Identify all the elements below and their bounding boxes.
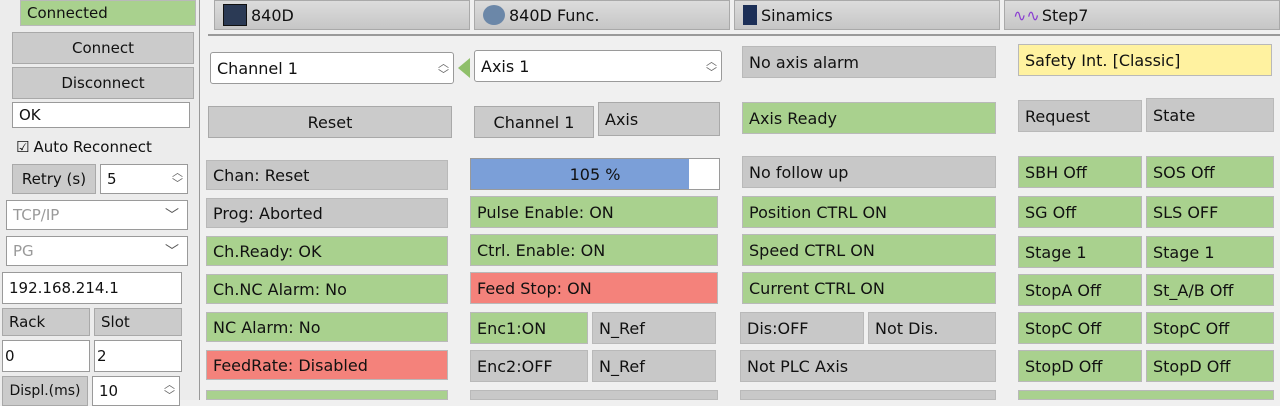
- follow-up-status: No follow up: [742, 156, 996, 188]
- axis-alarm-status: No axis alarm: [742, 46, 996, 78]
- current-ctrl-status: Current CTRL ON: [742, 272, 996, 304]
- partial-status-row: [1018, 390, 1274, 400]
- chevron-down-icon: ﹀: [165, 208, 179, 224]
- display-interval-value: 10: [99, 382, 119, 400]
- request-header: Request: [1018, 100, 1142, 132]
- safety-request-cell: StopC Off: [1018, 312, 1142, 344]
- rack-input[interactable]: 0: [2, 340, 90, 372]
- axis-toggle-button[interactable]: Axis: [598, 102, 720, 136]
- tab-label: Step7: [1041, 5, 1089, 25]
- drive-icon: [743, 5, 757, 25]
- retry-input[interactable]: 5 ︿ ﹀: [100, 164, 188, 194]
- function-icon: [483, 5, 505, 25]
- axis-select[interactable]: Axis 1 ︿ ﹀: [474, 50, 722, 82]
- safety-state-cell: StopC Off: [1146, 312, 1274, 344]
- connect-button[interactable]: Connect: [12, 32, 194, 64]
- channel-nc-alarm-status: Ch.NC Alarm: No: [206, 274, 448, 304]
- retry-label: Retry (s): [12, 164, 96, 194]
- partial-status-row: [740, 390, 996, 400]
- status-message: OK: [12, 102, 190, 128]
- state-header: State: [1146, 98, 1274, 132]
- speed-ctrl-status: Speed CTRL ON: [742, 234, 996, 266]
- prog-status: Prog: Aborted: [206, 198, 448, 228]
- safety-request-cell: Stage 1: [1018, 236, 1142, 268]
- pulse-enable-status: Pulse Enable: ON: [470, 196, 718, 228]
- channel-select-value: Channel 1: [217, 58, 298, 78]
- encoder2-ref-status: N_Ref: [592, 350, 716, 382]
- tab-label: 840D: [251, 5, 294, 25]
- rack-label: Rack: [2, 308, 90, 336]
- auto-reconnect-label: Auto Reconnect: [33, 138, 152, 156]
- safety-request-cell: StopD Off: [1018, 350, 1142, 382]
- device-select[interactable]: PG ﹀: [6, 236, 188, 266]
- chevron-down-icon: ﹀: [165, 244, 179, 260]
- tab-sinamics[interactable]: Sinamics: [734, 0, 1000, 30]
- device-value: PG: [13, 242, 34, 260]
- safety-request-cell: SG Off: [1018, 196, 1142, 228]
- protocol-value: TCP/IP: [13, 206, 60, 224]
- arrow-left-icon: [458, 58, 470, 78]
- partial-status-row: [470, 390, 718, 400]
- tab-label: 840D Func.: [509, 5, 600, 25]
- safety-request-cell: StopA Off: [1018, 274, 1142, 306]
- protocol-select[interactable]: TCP/IP ﹀: [6, 200, 188, 230]
- slot-label: Slot: [94, 308, 182, 336]
- tab-step7[interactable]: ∿∿ Step7: [1004, 0, 1280, 30]
- reset-button[interactable]: Reset: [208, 106, 452, 138]
- spinner-arrows-icon[interactable]: ︿ ﹀: [172, 167, 183, 189]
- checkbox-icon: ☑: [16, 138, 30, 156]
- connection-status: Connected: [20, 0, 196, 26]
- waveform-icon: ∿∿: [1013, 5, 1040, 25]
- spinner-arrows-icon[interactable]: ︿ ﹀: [164, 379, 175, 401]
- encoder2-status: Enc2:OFF: [470, 350, 588, 382]
- tab-separator: [208, 34, 1280, 36]
- retry-value: 5: [107, 170, 117, 188]
- partial-status-row: [206, 390, 448, 400]
- channel-toggle-button[interactable]: Channel 1: [474, 106, 594, 138]
- display-interval-label: Displ.(ms): [2, 376, 88, 406]
- disconnect-button[interactable]: Disconnect: [12, 67, 194, 99]
- tab-840d[interactable]: 840D: [214, 0, 470, 30]
- safety-integrated-status: Safety Int. [Classic]: [1018, 44, 1272, 76]
- axis-select-value: Axis 1: [481, 56, 530, 76]
- channel-select[interactable]: Channel 1 ︿ ﹀: [210, 52, 454, 84]
- auto-reconnect-checkbox[interactable]: ☑ Auto Reconnect: [16, 136, 196, 158]
- safety-state-cell: StopD Off: [1146, 350, 1274, 382]
- plc-axis-status: Not PLC Axis: [740, 350, 996, 382]
- ctrl-enable-status: Ctrl. Enable: ON: [470, 234, 718, 266]
- feed-stop-status: Feed Stop: ON: [470, 272, 718, 304]
- safety-state-cell: SOS Off: [1146, 156, 1274, 188]
- channel-ready-status: Ch.Ready: OK: [206, 236, 448, 266]
- dis-status: Dis:OFF: [740, 312, 864, 344]
- progress-text: 105 %: [569, 164, 621, 184]
- safety-request-cell: SBH Off: [1018, 156, 1142, 188]
- spinner-arrows-icon[interactable]: ︿ ﹀: [438, 58, 449, 80]
- safety-state-cell: Stage 1: [1146, 236, 1274, 268]
- nc-alarm-status: NC Alarm: No: [206, 312, 448, 342]
- encoder1-ref-status: N_Ref: [592, 312, 716, 344]
- safety-state-cell: St_A/B Off: [1146, 274, 1274, 306]
- chan-status: Chan: Reset: [206, 160, 448, 190]
- slot-input[interactable]: 2: [94, 340, 182, 372]
- axis-ready-status: Axis Ready: [742, 102, 996, 134]
- ip-address-input[interactable]: 192.168.214.1: [2, 272, 182, 304]
- cnc-machine-icon: [223, 4, 247, 26]
- not-dis-status: Not Dis.: [868, 312, 996, 344]
- feedrate-status: FeedRate: Disabled: [206, 350, 448, 380]
- display-interval-input[interactable]: 10 ︿ ﹀: [92, 376, 180, 406]
- encoder1-status: Enc1:ON: [470, 312, 588, 344]
- position-ctrl-status: Position CTRL ON: [742, 196, 996, 228]
- spinner-arrows-icon[interactable]: ︿ ﹀: [706, 56, 717, 78]
- override-progress-bar: 105 %: [470, 158, 720, 190]
- safety-state-cell: SLS OFF: [1146, 196, 1274, 228]
- tab-840d-func[interactable]: 840D Func.: [474, 0, 730, 30]
- tab-label: Sinamics: [761, 5, 833, 25]
